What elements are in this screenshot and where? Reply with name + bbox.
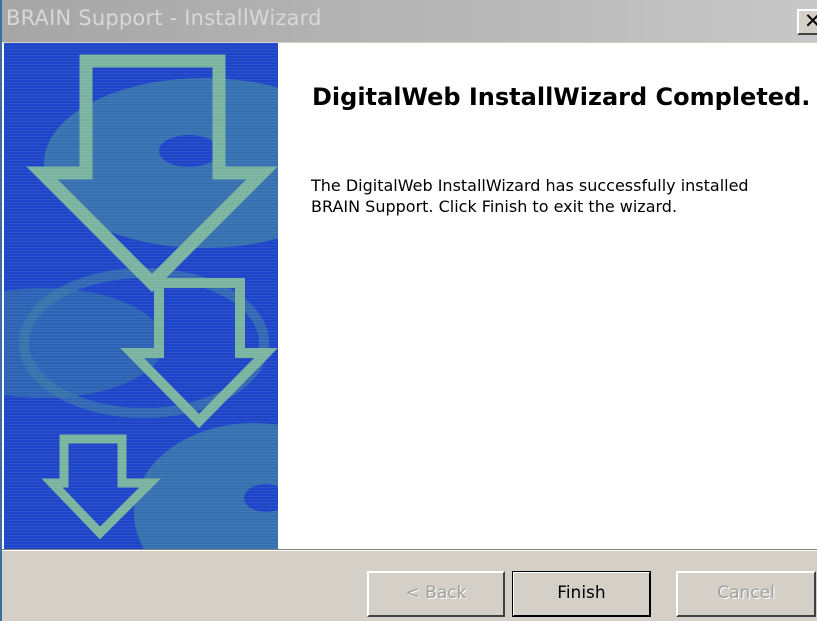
completion-message: The DigitalWeb InstallWizard has success… (311, 176, 749, 216)
close-icon: ✕ (804, 9, 817, 33)
down-arrows-graphic (4, 43, 278, 549)
button-bar: < Back Finish Cancel (2, 551, 817, 621)
install-wizard-window: BRAIN Support - InstallWizard ✕ DigitalW… (0, 0, 817, 621)
back-button[interactable]: < Back (367, 571, 505, 617)
close-button[interactable]: ✕ (797, 9, 817, 35)
completion-heading: DigitalWeb InstallWizard Completed. (312, 83, 811, 111)
finish-button[interactable]: Finish (512, 571, 651, 617)
wizard-sidebar-graphic (4, 43, 278, 549)
cancel-button[interactable]: Cancel (676, 571, 816, 617)
disc-top-hole (159, 135, 219, 167)
window-title: BRAIN Support - InstallWizard (6, 6, 322, 30)
title-bar[interactable]: BRAIN Support - InstallWizard ✕ (2, 0, 817, 43)
